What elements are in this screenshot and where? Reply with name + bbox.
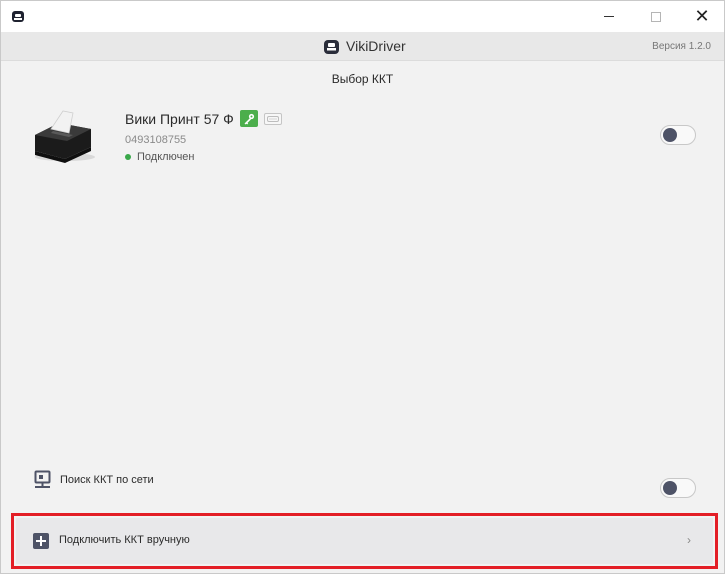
version-label: Версия 1.2.0 [652,41,711,52]
network-icon [34,470,51,488]
main-content: Выбор ККТ Вики Принт 57 Ф 0493108755 Под… [1,61,724,573]
plus-icon [33,533,49,549]
app-logo-icon [12,11,24,22]
maximize-button[interactable] [633,1,679,32]
device-name: Вики Принт 57 Ф [125,110,234,127]
close-button[interactable]: ✕ [679,1,725,32]
manual-connect-button[interactable]: Подключить ККТ вручную › [16,518,713,564]
toggle-knob [663,128,677,142]
minimize-button[interactable] [586,1,632,32]
device-serial: 0493108755 [125,134,187,146]
chevron-right-icon: › [687,533,691,547]
network-search-toggle[interactable] [660,478,696,498]
status-text: Подключен [137,151,195,163]
key-icon[interactable] [239,110,258,127]
title-bar[interactable]: ✕ [1,1,724,32]
app-header: VikiDriver Версия 1.2.0 [1,32,724,61]
receipt-printer-image [35,110,95,163]
device-name-row: Вики Принт 57 Ф [125,110,282,127]
app-name: VikiDriver [346,38,406,54]
app-logo-icon [324,39,339,54]
device-item[interactable]: Вики Принт 57 Ф 0493108755 Подключен [1,99,724,179]
manual-connect-highlight: Подключить ККТ вручную › [11,513,718,569]
network-search-row: Поиск ККТ по сети [1,467,724,507]
network-search-label: Поиск ККТ по сети [60,474,154,486]
serial-port-icon [263,112,282,125]
status-dot-icon [125,154,131,160]
toggle-knob [663,481,677,495]
maximize-icon [651,11,661,22]
section-title: Выбор ККТ [331,72,394,86]
device-toggle[interactable] [660,125,696,145]
close-icon: ✕ [694,5,710,27]
app-window: ✕ VikiDriver Версия 1.2.0 Выбор ККТ Вики… [0,0,725,574]
minimize-icon [604,16,614,17]
manual-connect-label: Подключить ККТ вручную [59,534,190,546]
device-status: Подключен [125,151,195,163]
brand: VikiDriver [323,37,406,55]
